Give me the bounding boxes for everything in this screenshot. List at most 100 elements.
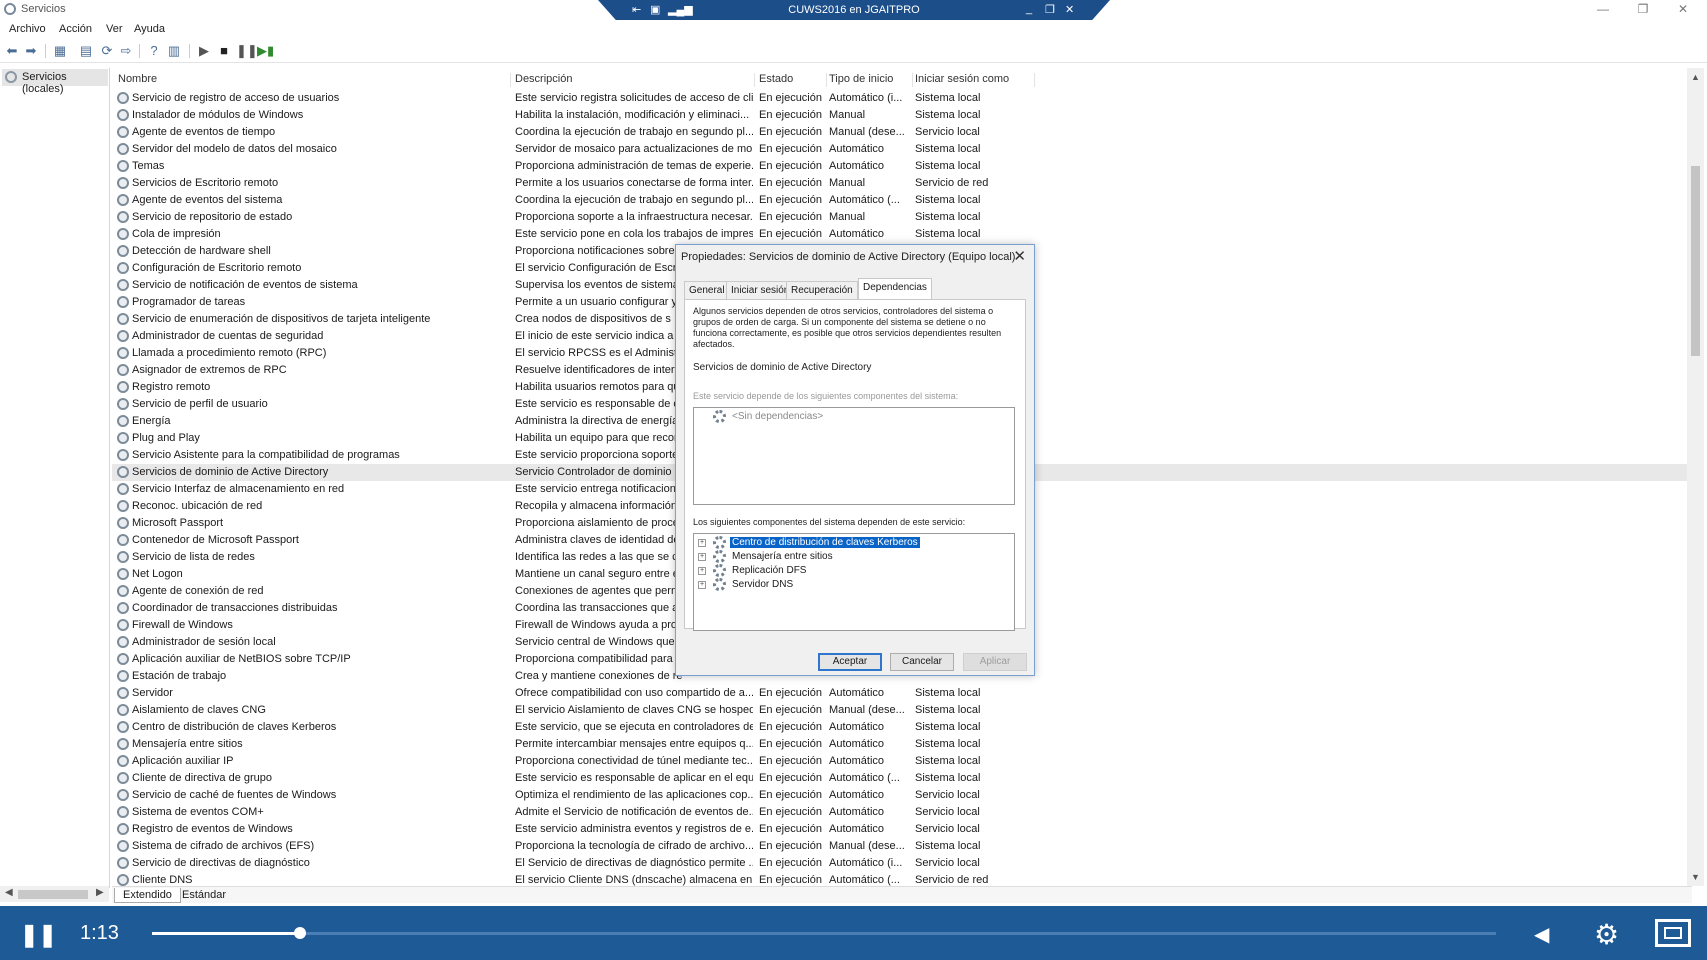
restart-icon[interactable]: ▶▮ bbox=[257, 43, 274, 59]
service-startup-type: Automático bbox=[829, 160, 885, 172]
apply-button[interactable]: Aplicar bbox=[963, 653, 1027, 671]
table-row[interactable]: Registro de eventos de Windows Este servi… bbox=[112, 821, 1692, 838]
service-name: Llamada a procedimiento remoto (RPC) bbox=[132, 347, 327, 359]
rd-close-icon[interactable]: ✕ bbox=[1065, 3, 1074, 16]
service-name: Coordinador de transacciones distribuida… bbox=[132, 602, 338, 614]
rd-minimize-icon[interactable]: _ bbox=[1026, 3, 1032, 15]
expand-icon[interactable]: + bbox=[698, 567, 706, 575]
tree-item-no-dependencies[interactable]: <Sin dependencias> bbox=[698, 410, 998, 424]
tab-dependencias[interactable]: Dependencias bbox=[858, 278, 932, 300]
service-gear-icon bbox=[117, 619, 129, 631]
tree-scrollbar[interactable]: ◀ ▶ bbox=[0, 886, 109, 902]
table-row[interactable]: Cola de impresión Este servicio pone en c… bbox=[112, 226, 1692, 243]
progress-knob[interactable] bbox=[293, 927, 306, 939]
minimize-button[interactable]: — bbox=[1588, 2, 1618, 18]
scroll-thumb[interactable] bbox=[1691, 166, 1700, 356]
forward-icon[interactable]: ➡ bbox=[23, 43, 39, 59]
service-gear-icon bbox=[117, 551, 129, 563]
rd-restore-icon[interactable]: ❐ bbox=[1045, 3, 1055, 16]
service-startup-type: Manual bbox=[829, 177, 866, 189]
pause-button[interactable]: ❚❚ bbox=[20, 922, 57, 948]
back-icon[interactable]: ⬅ bbox=[4, 43, 20, 59]
table-row[interactable]: Cliente de directiva de grupo Este servic… bbox=[112, 770, 1692, 787]
settings-gear-icon[interactable]: ⚙ bbox=[1594, 918, 1619, 951]
table-row[interactable]: Sistema de eventos COM+ Admite el Servici… bbox=[112, 804, 1692, 821]
volume-icon[interactable]: ◀ bbox=[1534, 922, 1549, 947]
table-row[interactable]: Aplicación auxiliar IP Proporciona conect… bbox=[112, 753, 1692, 770]
service-name: Firewall de Windows bbox=[132, 619, 233, 631]
table-row[interactable]: Aislamiento de claves CNG El servicio Ais… bbox=[112, 702, 1692, 719]
tab-estandar[interactable]: Estándar bbox=[174, 888, 234, 902]
close-button[interactable]: ✕ bbox=[1668, 2, 1698, 18]
table-row[interactable]: Servicio de caché de fuentes de Windows O… bbox=[112, 787, 1692, 804]
cancel-button[interactable]: Cancelar bbox=[890, 653, 954, 671]
tree-item-servidor-dns[interactable]: + Servidor DNS bbox=[698, 578, 998, 592]
start-icon[interactable]: ▶ bbox=[196, 43, 212, 59]
table-row[interactable]: Agente de eventos del sistema Coordina la… bbox=[112, 192, 1692, 209]
service-gear-icon bbox=[117, 704, 129, 716]
scroll-right-icon[interactable]: ▶ bbox=[96, 887, 104, 898]
help-icon[interactable]: ? bbox=[146, 43, 162, 59]
service-startup-type: Automático (i... bbox=[829, 857, 903, 869]
service-logon-as: Sistema local bbox=[915, 211, 981, 223]
view-icon[interactable]: ▥ bbox=[166, 43, 182, 59]
table-row[interactable]: Instalador de módulos de Windows Habilita… bbox=[112, 107, 1692, 124]
table-row[interactable]: Temas Proporciona administración de temas… bbox=[112, 158, 1692, 175]
table-row[interactable]: Servicios de Escritorio remoto Permite a … bbox=[112, 175, 1692, 192]
table-row[interactable]: Servicio de registro de acceso de usuari… bbox=[112, 90, 1692, 107]
table-row[interactable]: Sistema de cifrado de archivos (EFS) Prop… bbox=[112, 838, 1692, 855]
column-description[interactable]: Descripción bbox=[515, 73, 755, 87]
dialog-close-icon[interactable]: ✕ bbox=[1013, 247, 1026, 265]
menu-ver[interactable]: Ver bbox=[106, 23, 123, 35]
tab-general[interactable]: General bbox=[684, 281, 730, 299]
tab-iniciar-sesion[interactable]: Iniciar sesión bbox=[726, 281, 795, 299]
tab-recuperacion[interactable]: Recuperación bbox=[786, 281, 858, 299]
ok-button[interactable]: Aceptar bbox=[818, 653, 882, 671]
menu-archivo[interactable]: Archivo bbox=[9, 23, 46, 35]
console-tree-icon[interactable]: ▦ bbox=[52, 43, 68, 59]
expand-icon[interactable]: + bbox=[698, 553, 706, 561]
properties-icon[interactable]: ▤ bbox=[78, 43, 94, 59]
table-row[interactable]: Servicio de repositorio de estado Proporc… bbox=[112, 209, 1692, 226]
fullscreen-button[interactable] bbox=[1655, 919, 1691, 947]
restore-button[interactable]: ❐ bbox=[1628, 2, 1658, 18]
tree-item-kerberos[interactable]: + Centro de distribución de claves Kerbe… bbox=[698, 536, 998, 550]
service-gear-icon bbox=[117, 449, 129, 461]
export-icon[interactable]: ⇨ bbox=[118, 43, 134, 59]
scroll-thumb[interactable] bbox=[18, 890, 88, 899]
stop-icon[interactable]: ■ bbox=[216, 43, 232, 59]
table-row[interactable]: Servidor del modelo de datos del mosaico… bbox=[112, 141, 1692, 158]
service-name: Instalador de módulos de Windows bbox=[132, 109, 304, 121]
dependents-tree[interactable]: + Centro de distribución de claves Kerbe… bbox=[693, 533, 1015, 631]
refresh-icon[interactable]: ⟳ bbox=[99, 43, 115, 59]
toolbar: ⬅ ➡ ▦ ▤ ⟳ ⇨ ? ▥ ▶ ■ ❚❚ ▶▮ bbox=[0, 40, 1707, 63]
tree-item-replicacion-dfs[interactable]: + Replicación DFS bbox=[698, 564, 998, 578]
column-logon-as[interactable]: Iniciar sesión como bbox=[915, 73, 1035, 87]
column-status[interactable]: Estado bbox=[759, 73, 827, 87]
progress-track[interactable] bbox=[152, 927, 1496, 939]
pause-icon[interactable]: ❚❚ bbox=[236, 43, 258, 59]
scroll-up-icon[interactable]: ▲ bbox=[1691, 72, 1700, 82]
table-row[interactable]: Servidor Ofrece compatibilidad con uso co… bbox=[112, 685, 1692, 702]
menu-accion[interactable]: Acción bbox=[59, 23, 92, 35]
table-row[interactable]: Centro de distribución de claves Kerbero… bbox=[112, 719, 1692, 736]
depends-on-tree[interactable]: <Sin dependencias> bbox=[693, 407, 1015, 505]
service-description: Este servicio, que se ejecuta en control… bbox=[515, 721, 753, 733]
column-startup-type[interactable]: Tipo de inicio bbox=[829, 73, 913, 87]
tree-item-mensajeria[interactable]: + Mensajería entre sitios bbox=[698, 550, 998, 564]
tab-extendido[interactable]: Extendido bbox=[114, 888, 181, 903]
table-row[interactable]: Agente de eventos de tiempo Coordina la e… bbox=[112, 124, 1692, 141]
scroll-down-icon[interactable]: ▼ bbox=[1691, 872, 1700, 882]
service-gear-icon bbox=[117, 772, 129, 784]
expand-icon[interactable]: + bbox=[698, 581, 706, 589]
list-vertical-scrollbar[interactable]: ▲ ▼ bbox=[1687, 68, 1704, 886]
menu-ayuda[interactable]: Ayuda bbox=[134, 23, 165, 35]
table-row[interactable]: Servicio de directivas de diagnóstico El … bbox=[112, 855, 1692, 872]
expand-icon[interactable]: + bbox=[698, 539, 706, 547]
service-status: En ejecución bbox=[759, 126, 822, 138]
scroll-left-icon[interactable]: ◀ bbox=[5, 887, 13, 898]
table-row[interactable]: Mensajería entre sitios Permite intercamb… bbox=[112, 736, 1692, 753]
tree-node-services-local[interactable]: Servicios (locales) bbox=[2, 69, 108, 95]
column-name[interactable]: Nombre bbox=[118, 73, 511, 87]
remote-title: CUWS2016 en JGAITPRO bbox=[788, 4, 920, 16]
